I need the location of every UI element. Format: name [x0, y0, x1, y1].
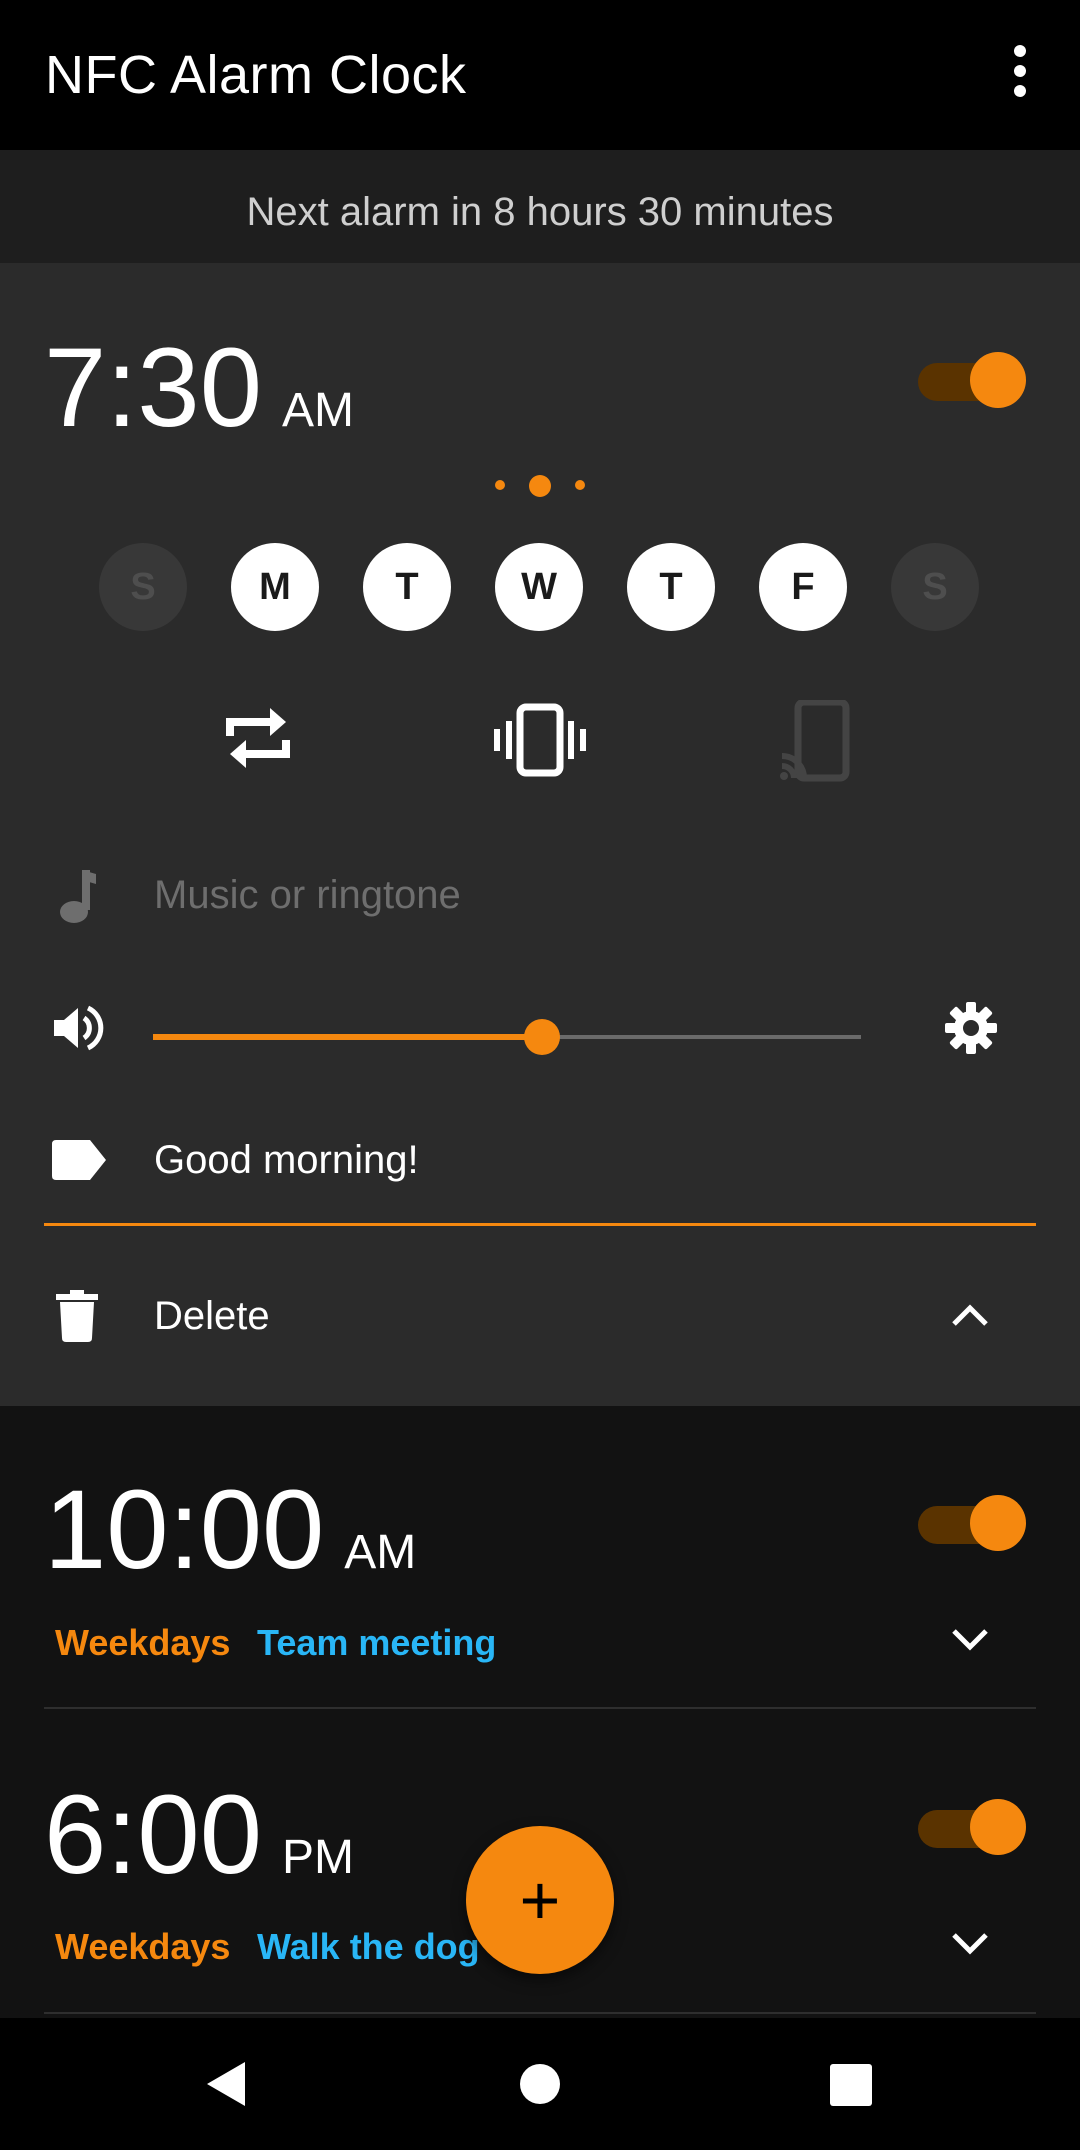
alarm-ampm: PM	[281, 1831, 354, 1884]
add-alarm-button[interactable]: +	[466, 1826, 614, 1974]
next-alarm-text: Next alarm in 8 hours 30 minutes	[246, 190, 834, 234]
alarm-label: Team meeting	[257, 1622, 497, 1663]
alarm-time[interactable]: 6:00 PM	[44, 1770, 354, 1899]
settings-gear-icon[interactable]	[944, 1001, 998, 1055]
day-thursday[interactable]: T	[627, 543, 715, 631]
day-sunday[interactable]: S	[99, 543, 187, 631]
add-icon: +	[519, 1861, 561, 1939]
music-note-icon	[58, 868, 98, 924]
volume-slider[interactable]	[153, 1017, 861, 1057]
alarm-label-field[interactable]: Good morning!	[154, 1138, 419, 1183]
vibrate-icon[interactable]	[492, 703, 588, 777]
alarm-time[interactable]: 10:00 AM	[44, 1465, 416, 1594]
day-monday[interactable]: M	[231, 543, 319, 631]
alarm-ampm: AM	[281, 384, 354, 437]
alarm-toggle[interactable]	[918, 1490, 1028, 1551]
next-alarm-banner: Next alarm in 8 hours 30 minutes	[0, 150, 1080, 263]
chevron-down-icon[interactable]	[950, 1929, 990, 1959]
slider-thumb[interactable]	[524, 1019, 560, 1055]
day-friday[interactable]: F	[759, 543, 847, 631]
alarm-toggle[interactable]	[918, 1794, 1028, 1855]
day-wednesday[interactable]: W	[495, 543, 583, 631]
system-nav-bar	[0, 2018, 1080, 2150]
chevron-down-icon[interactable]	[950, 1625, 990, 1655]
more-vert-icon[interactable]	[1000, 45, 1040, 105]
back-icon[interactable]	[205, 2060, 247, 2108]
delete-button[interactable]: Delete	[154, 1294, 270, 1339]
alarm-time-value: 7:30	[44, 325, 262, 450]
recents-icon[interactable]	[830, 2064, 872, 2106]
slider-fill	[153, 1034, 542, 1040]
page-indicator	[490, 470, 590, 500]
label-tag-icon	[52, 1140, 106, 1180]
repeat-icon[interactable]	[222, 700, 294, 776]
repeat-summary: Weekdays	[55, 1926, 231, 1967]
app-title: NFC Alarm Clock	[45, 45, 467, 105]
divider	[44, 1707, 1036, 1709]
repeat-summary: Weekdays	[55, 1622, 231, 1663]
toggle-thumb	[970, 1799, 1026, 1855]
home-icon[interactable]	[520, 2064, 560, 2104]
divider	[44, 2012, 1036, 2014]
alarm-label: Walk the dog	[257, 1926, 480, 1967]
toggle-thumb	[970, 1495, 1026, 1551]
nfc-phone-icon[interactable]	[780, 698, 850, 782]
alarm-time-value: 6:00	[44, 1772, 262, 1897]
day-saturday[interactable]: S	[891, 543, 979, 631]
day-tuesday[interactable]: T	[363, 543, 451, 631]
toggle-thumb	[970, 352, 1026, 408]
alarm-ampm: AM	[344, 1526, 417, 1579]
app-bar: NFC Alarm Clock	[0, 0, 1080, 150]
chevron-up-icon[interactable]	[950, 1300, 990, 1330]
alarm-time[interactable]: 7:30 AM	[44, 323, 354, 452]
alarm-toggle[interactable]	[918, 347, 1028, 408]
alarm-time-value: 10:00	[44, 1467, 325, 1592]
ringtone-field[interactable]: Music or ringtone	[154, 873, 461, 918]
trash-icon[interactable]	[56, 1290, 98, 1342]
label-underline	[44, 1223, 1036, 1226]
volume-icon[interactable]	[50, 1000, 106, 1056]
